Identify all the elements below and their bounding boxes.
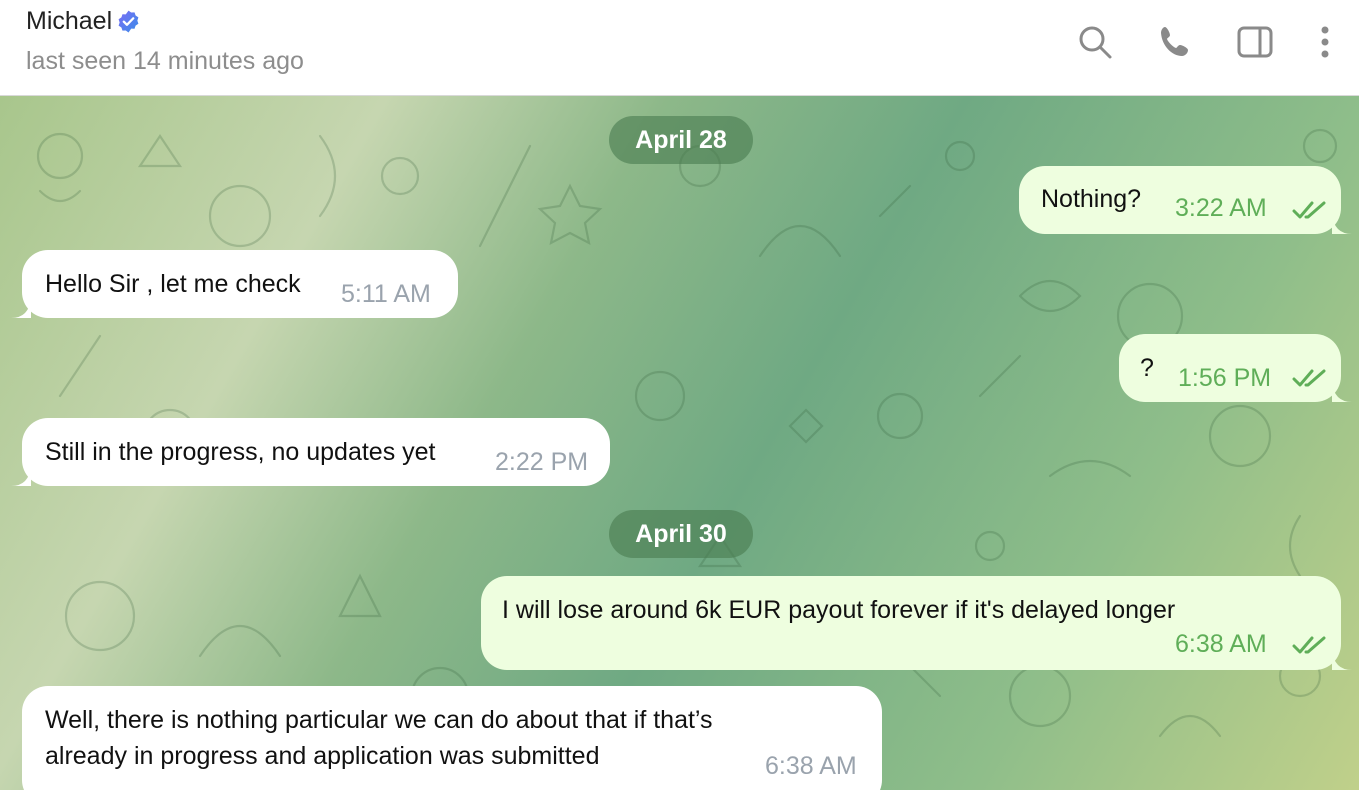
chat-header: Michael last seen 14 minutes ago [0,0,1359,96]
outgoing-message[interactable]: I will lose around 6k EUR payout forever… [481,576,1352,670]
contact-name[interactable]: Michael [26,7,141,36]
date-separator: April 28 [609,116,753,164]
incoming-message[interactable]: Hello Sir , let me check 5:11 AM [11,250,458,318]
last-seen-status: last seen 14 minutes ago [26,47,304,75]
message-text: Nothing? [1041,185,1142,213]
bubble-tail [11,466,31,486]
read-double-check-icon [1292,369,1326,387]
more-vertical-icon[interactable] [1305,22,1345,62]
outgoing-message[interactable]: Nothing? 3:22 AM [1019,166,1352,234]
contact-name-text[interactable]: Michael [26,7,112,36]
phone-icon[interactable] [1156,22,1196,62]
message-text: ? [1140,354,1154,382]
message-time: 2:22 PM [495,448,589,476]
read-double-check-icon [1292,201,1326,219]
message-time: 3:22 AM [1175,194,1267,222]
incoming-message[interactable]: Well, there is nothing particular we can… [22,686,882,790]
bubble-tail [1332,650,1352,670]
message-text: Still in the progress, no updates yet [45,438,436,466]
chat-area[interactable]: April 28 Nothing? 3:22 AM Hello Sir , le… [0,96,1359,790]
sidebar-toggle-icon[interactable] [1235,22,1275,62]
message-text: Hello Sir , let me check [45,270,301,298]
bubble-tail [1332,214,1352,234]
message-text: I will lose around 6k EUR payout forever… [502,596,1176,624]
message-time: 1:56 PM [1178,364,1272,392]
date-separator: April 30 [609,510,753,558]
message-text-line: already in progress and application was … [45,742,600,770]
message-time: 6:38 AM [1175,630,1267,658]
incoming-message[interactable]: Still in the progress, no updates yet 2:… [11,418,610,486]
message-text-line: Well, there is nothing particular we can… [45,706,713,734]
outgoing-message[interactable]: ? 1:56 PM [1119,334,1352,402]
read-double-check-icon [1292,636,1326,654]
verified-badge-icon [118,10,139,33]
bubble-tail [1332,382,1352,402]
message-time: 6:38 AM [765,752,857,780]
message-time: 5:11 AM [341,280,431,308]
search-icon[interactable] [1075,22,1115,62]
bubble-tail [11,298,31,318]
